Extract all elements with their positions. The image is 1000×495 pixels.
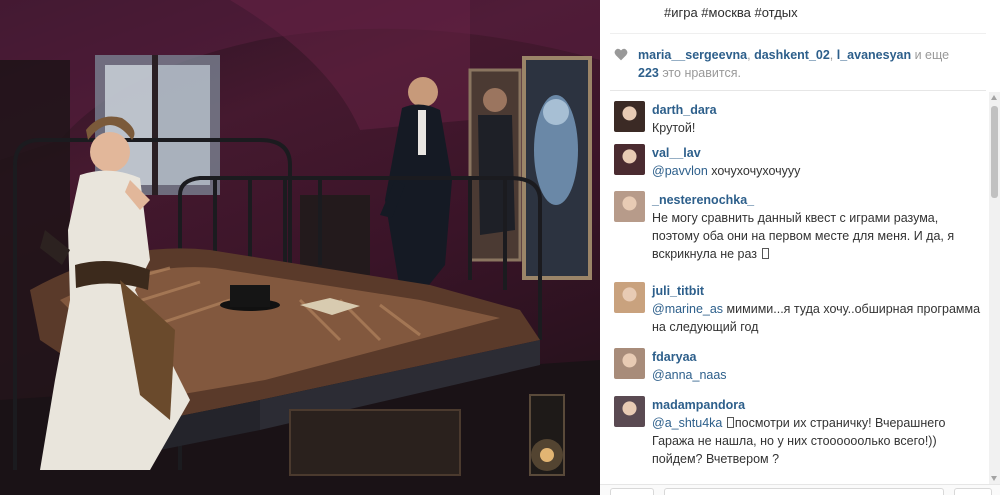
divider bbox=[610, 33, 986, 34]
like-user-link[interactable]: dashkent_02 bbox=[754, 48, 830, 62]
comment-item: darth_dara Крутой! bbox=[614, 101, 984, 137]
comment-username[interactable]: val__lav bbox=[652, 144, 984, 162]
comment-item: madampandora @a_shtu4ka посмотри их стран… bbox=[614, 396, 984, 468]
avatar[interactable] bbox=[614, 191, 645, 222]
comment-input-bar bbox=[600, 484, 1000, 495]
avatar[interactable] bbox=[614, 396, 645, 427]
comment-text-part: хочухочухочууу bbox=[707, 164, 801, 178]
comment-input[interactable] bbox=[664, 488, 944, 495]
mention-link[interactable]: @marine_as bbox=[652, 302, 723, 316]
avatar[interactable] bbox=[614, 144, 645, 175]
like-user-link[interactable]: maria__sergeevna bbox=[638, 48, 747, 62]
comment-body: fdaryaa @anna_naas bbox=[652, 348, 984, 384]
comment-body: _nesterenochka_ Не могу сравнить данный к… bbox=[652, 191, 984, 263]
divider bbox=[610, 90, 986, 91]
comment-item: juli_titbit @marine_as мимими...я туда хо… bbox=[614, 282, 984, 336]
comment-text: Не могу сравнить данный квест с играми р… bbox=[652, 211, 954, 261]
comment-body: darth_dara Крутой! bbox=[652, 101, 984, 137]
comments-list[interactable]: darth_dara Крутой! val__lav @pavvlon хочухо… bbox=[600, 92, 988, 484]
comment-text-part: Крутой! bbox=[652, 121, 696, 135]
scroll-up-arrow-icon[interactable] bbox=[991, 95, 997, 100]
comment-username[interactable]: _nesterenochka_ bbox=[652, 191, 984, 209]
comment-text-part: Не могу сравнить данный квест с играми р… bbox=[652, 211, 955, 261]
mention-link[interactable]: @pavvlon bbox=[652, 164, 708, 178]
comments-scrollbar[interactable] bbox=[989, 92, 1000, 484]
post-photo[interactable] bbox=[0, 0, 600, 495]
comment-username[interactable]: juli_titbit bbox=[652, 282, 984, 300]
likes-count[interactable]: 223 bbox=[638, 66, 659, 80]
comment-username[interactable]: fdaryaa bbox=[652, 348, 984, 366]
comment-item: _nesterenochka_ Не могу сравнить данный к… bbox=[614, 191, 984, 263]
comment-username[interactable]: madampandora bbox=[652, 396, 984, 414]
likes-and-more: и еще bbox=[911, 48, 950, 62]
comment-text-part bbox=[722, 416, 725, 430]
mention-link[interactable]: @anna_naas bbox=[652, 368, 727, 382]
comment-body: val__lav @pavvlon хочухочухочууу bbox=[652, 144, 984, 180]
caption-hashtags[interactable]: #игра #москва #отдых bbox=[664, 5, 798, 20]
emoji-placeholder-icon bbox=[726, 417, 734, 428]
comment-item: val__lav @pavvlon хочухочухочууу bbox=[614, 144, 984, 180]
comment-body: madampandora @a_shtu4ka посмотри их стран… bbox=[652, 396, 984, 468]
avatar[interactable] bbox=[614, 282, 645, 313]
mention-link[interactable]: @a_shtu4ka bbox=[652, 416, 722, 430]
heart-icon[interactable] bbox=[614, 48, 628, 61]
quest-room-photo bbox=[0, 0, 600, 495]
likes-suffix: это нравится. bbox=[658, 66, 741, 80]
like-button[interactable] bbox=[610, 488, 654, 495]
more-options-button[interactable] bbox=[954, 488, 992, 495]
comment-username[interactable]: darth_dara bbox=[652, 101, 984, 119]
comment-text: @a_shtu4ka посмотри их страничку! Вчераш… bbox=[652, 416, 945, 466]
emoji-placeholder-icon bbox=[761, 248, 769, 259]
comment-item: fdaryaa @anna_naas bbox=[614, 348, 984, 384]
avatar[interactable] bbox=[614, 348, 645, 379]
comment-text: Крутой! bbox=[652, 121, 695, 135]
scroll-down-arrow-icon[interactable] bbox=[991, 476, 997, 481]
likes-summary: maria__sergeevna, dashkent_02, l_avanesy… bbox=[614, 46, 980, 82]
post-details-panel: #игра #москва #отдых maria__sergeevna, d… bbox=[600, 0, 1000, 495]
avatar[interactable] bbox=[614, 101, 645, 132]
comment-body: juli_titbit @marine_as мимими...я туда хо… bbox=[652, 282, 984, 336]
comment-text: @pavvlon хочухочухочууу bbox=[652, 164, 800, 178]
like-user-link[interactable]: l_avanesyan bbox=[837, 48, 911, 62]
comment-text: @marine_as мимими...я туда хочу..обширна… bbox=[652, 302, 980, 334]
likes-separator: , bbox=[829, 48, 837, 62]
comment-text: @anna_naas bbox=[652, 368, 727, 382]
scrollbar-thumb[interactable] bbox=[991, 106, 998, 198]
